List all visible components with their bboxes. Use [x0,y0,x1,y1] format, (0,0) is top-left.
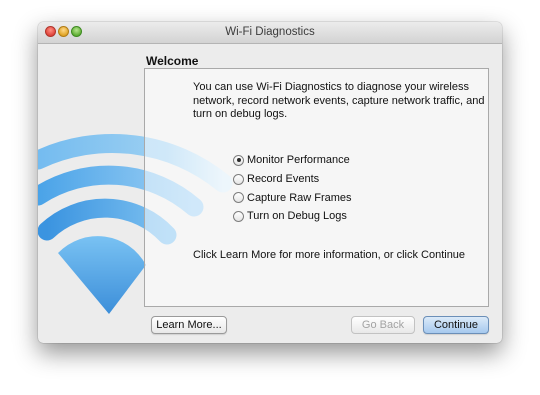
go-back-button[interactable]: Go Back [351,316,415,334]
option-monitor-performance[interactable]: Monitor Performance [233,151,352,170]
content-panel: You can use Wi-Fi Diagnostics to diagnos… [144,68,489,307]
radio-button[interactable] [233,173,244,185]
instruction-text: Click Learn More for more information, o… [193,249,466,261]
diagnostics-options: Monitor Performance Record Events Captur… [233,151,352,226]
title-bar[interactable]: Wi-Fi Diagnostics [38,22,502,44]
option-record-events[interactable]: Record Events [233,170,352,189]
radio-button[interactable] [233,210,244,222]
option-label: Monitor Performance [247,154,350,167]
option-label: Record Events [247,173,320,186]
radio-button[interactable] [233,192,244,204]
option-label: Turn on Debug Logs [247,210,347,223]
wifi-diagnostics-window: Wi-Fi Diagnostics Welcome You can use Wi… [38,22,502,343]
option-turn-on-debug-logs[interactable]: Turn on Debug Logs [233,207,352,226]
continue-button[interactable]: Continue [423,316,489,334]
radio-button-selected[interactable] [233,154,244,166]
option-capture-raw-frames[interactable]: Capture Raw Frames [233,188,352,207]
option-label: Capture Raw Frames [247,191,352,204]
learn-more-button[interactable]: Learn More... [151,316,227,334]
intro-description: You can use Wi-Fi Diagnostics to diagnos… [193,81,485,120]
window-title: Wi-Fi Diagnostics [225,26,315,38]
page-heading: Welcome [146,54,199,68]
